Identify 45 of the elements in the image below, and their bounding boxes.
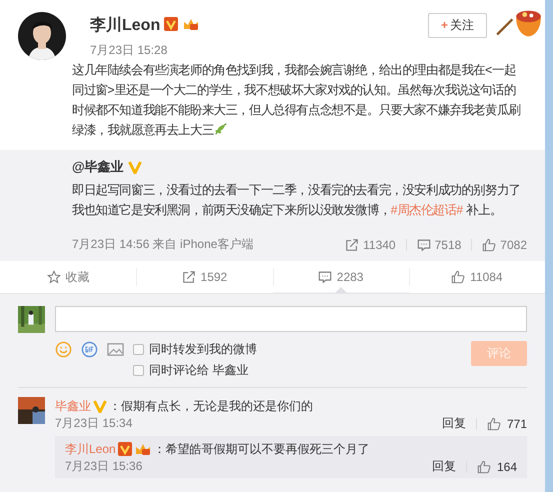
follow-button[interactable]: + 关注 [428,13,487,38]
commenter-name[interactable]: 毕鑫业 [55,397,91,415]
share-icon [345,238,360,252]
verified-badge-icon [128,160,142,174]
star-icon [46,270,61,284]
thumbs-up-icon [476,460,491,474]
image-icon[interactable] [107,341,124,358]
crown-icon [134,442,152,456]
thumbs-up-icon [451,270,466,284]
comment-count[interactable]: 7518 [416,238,462,252]
verified-badge-icon [118,442,132,456]
like-count[interactable]: 771 [486,416,527,430]
post-text: 这几年陆续会有些演老师的角色找到我，我都会婉言谢绝，给出的理由都是我在<一起同过窗>里还是一个大二的学生，我不想破坏大家对戏的认知。虽然每次我说这句话的时候都不知道我能不能盼来大三，但人总得有点念想不是。只要大家不嫌弃我老黄瓜刷绿漆，我就愿意再去上大三 [72,62,522,139]
repost-time: 7月23日 14:56 来自 iPhone客户端 [72,236,254,253]
comment-text: ：假期有点长，无论是我的还是你们的 [109,398,313,415]
verified-badge-icon [164,17,178,31]
leaf-icon [214,122,228,136]
commenter-name[interactable]: 李川Leon [65,440,116,458]
checkbox[interactable] [133,365,144,376]
comment-icon [318,270,332,284]
comment-time: 7月23日 15:36 [65,458,142,475]
like-count[interactable]: 7082 [482,238,527,252]
author-name[interactable]: 李川Leon [90,15,160,36]
hashtag-link[interactable]: #周杰伦超话# [390,203,463,217]
comment-icon [416,238,431,252]
share-count[interactable]: 11340 [345,238,396,252]
crown-icon [182,17,200,31]
option-checkbox[interactable]: 同时评论给 毕鑫业 [133,362,257,379]
thumbs-up-icon [486,416,501,430]
thumbs-up-icon [482,238,496,252]
comment-text: ：希望皓哥假期可以不要再假死三个月了 [154,441,370,458]
author-name[interactable]: @毕鑫业 [72,158,124,176]
verified-badge-icon [93,399,107,413]
post-time[interactable]: 7月23日 15:28 [90,42,200,59]
reply-link[interactable]: 回复 [442,415,466,432]
comment-input[interactable] [55,306,527,332]
repost-text: 即日起写同窗三，没看过的去看一下一二季，没看完的去看完，没安利成功的别努力了我也知道它是安利黑洞，前两天没确定下来所以没敢发微博，#周杰伦超话# 补上。 [72,182,522,219]
like-count[interactable]: 164 [476,460,517,474]
share-icon [182,270,196,284]
checkbox[interactable] [133,344,144,355]
comment-time: 7月23日 15:34 [55,415,132,432]
gif-icon[interactable] [81,341,98,358]
option-checkbox[interactable]: 同时转发到我的微博 [133,341,257,358]
reply-link[interactable]: 回复 [432,458,456,475]
smiley-icon[interactable] [55,341,72,358]
